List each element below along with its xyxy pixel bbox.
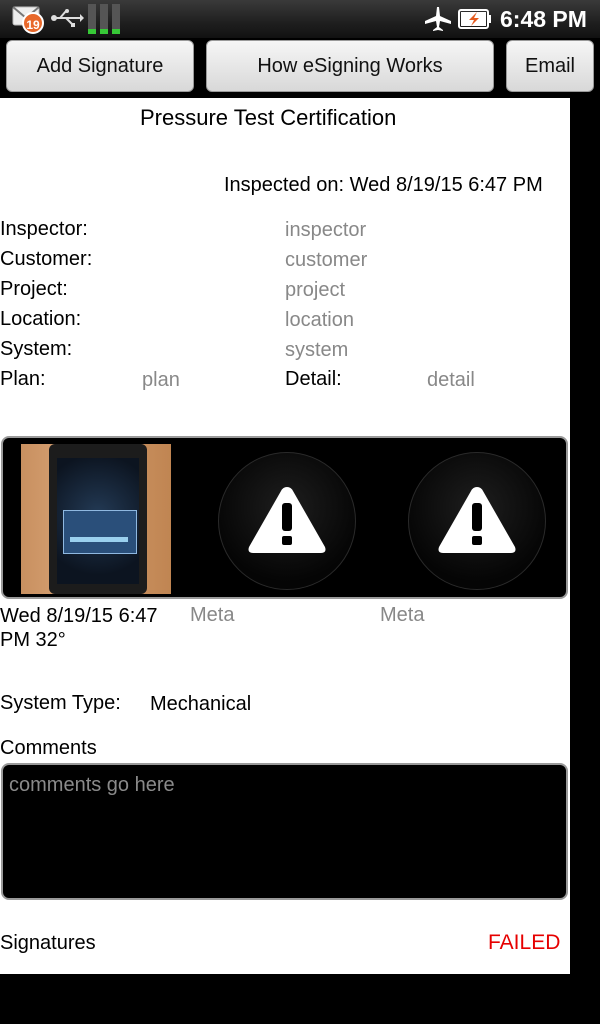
how-esigning-works-button[interactable]: How eSigning Works <box>206 40 494 92</box>
detail-value[interactable]: detail <box>427 369 475 392</box>
warning-icon <box>438 487 516 553</box>
customer-value[interactable]: customer <box>285 249 367 272</box>
detail-label: Detail: <box>285 368 342 390</box>
photo-meta-caption: Meta <box>190 604 235 626</box>
comments-input[interactable] <box>9 773 549 891</box>
notification-count-badge: 19 <box>22 12 44 34</box>
location-label: Location: <box>0 308 82 330</box>
system-label: System: <box>0 338 73 360</box>
action-toolbar: Add Signature How eSigning Works Email <box>0 38 600 98</box>
email-button[interactable]: Email <box>506 40 594 92</box>
status-time: 6:48 PM <box>500 6 587 32</box>
system-type-value[interactable]: Mechanical <box>150 693 251 716</box>
system-value[interactable]: system <box>285 339 348 362</box>
warning-icon <box>248 487 326 553</box>
photo-placeholder-warning[interactable] <box>218 452 356 590</box>
signature-status: FAILED <box>488 931 561 954</box>
system-type-label: System Type: <box>0 692 121 714</box>
photo-thumbnail[interactable] <box>21 444 171 594</box>
photo-placeholder-warning[interactable] <box>408 452 546 590</box>
photo-gallery[interactable] <box>1 436 568 599</box>
usb-icon <box>51 9 84 27</box>
page-title: Pressure Test Certification <box>140 105 397 130</box>
project-label: Project: <box>0 278 68 300</box>
add-signature-button[interactable]: Add Signature <box>6 40 194 92</box>
project-value[interactable]: project <box>285 279 345 302</box>
plan-label: Plan: <box>0 368 46 390</box>
airplane-mode-icon <box>425 7 451 31</box>
status-bar: 19 6:48 PM <box>0 0 600 38</box>
photo-caption: Wed 8/19/15 6:47 PM 32° <box>0 605 158 651</box>
phone-in-photo <box>49 444 147 594</box>
certification-form: Pressure Test Certification Inspected on… <box>0 98 570 974</box>
comments-box <box>1 763 568 900</box>
photo-meta-caption: Meta <box>380 604 425 626</box>
inspector-label: Inspector: <box>0 218 88 240</box>
battery-charging-icon <box>458 9 491 29</box>
inspector-value[interactable]: inspector <box>285 219 366 242</box>
customer-label: Customer: <box>0 248 93 270</box>
inspected-on-text: Inspected on: Wed 8/19/15 6:47 PM <box>224 174 543 196</box>
location-value[interactable]: location <box>285 309 354 332</box>
signatures-label: Signatures <box>0 932 96 954</box>
comments-label: Comments <box>0 737 97 759</box>
plan-value[interactable]: plan <box>142 369 180 392</box>
signal-icon <box>88 4 122 34</box>
